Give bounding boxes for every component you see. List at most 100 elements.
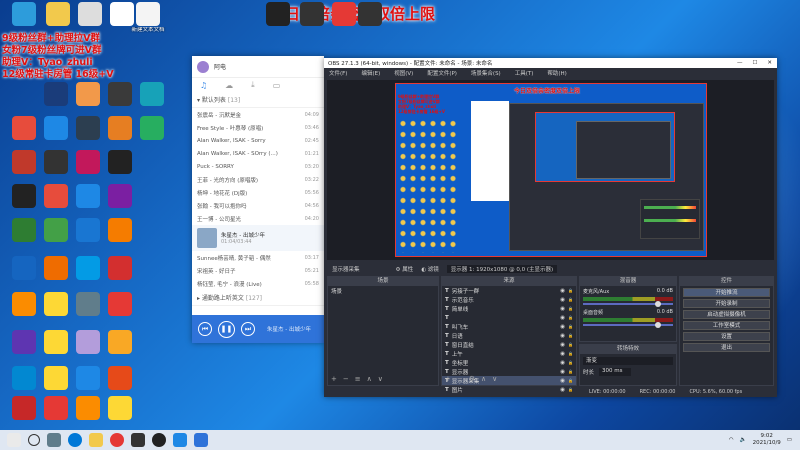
song-row[interactable]: Alan Walker, ISAK - Sorry 02:45 [192, 134, 324, 147]
notification-icon[interactable]: ▭ [787, 437, 792, 443]
desktop-icon[interactable] [98, 366, 142, 391]
lock-icon[interactable]: 🔒 [568, 351, 573, 356]
lock-icon[interactable]: 🔒 [568, 288, 573, 293]
folder-icon[interactable] [89, 433, 103, 447]
minimize-icon[interactable]: — [737, 60, 743, 66]
song-row[interactable]: Free Style - 叶惠琴 (原唱) 03:46 [192, 121, 324, 134]
pause-button[interactable]: ❚❚ [218, 320, 235, 338]
now-playing-row[interactable]: 朱星杰 - 出城少年 01:04/03:44 [192, 225, 324, 251]
volume-knob[interactable] [655, 322, 661, 328]
close-icon[interactable]: ✕ [767, 60, 772, 66]
add-icon[interactable]: + [331, 375, 337, 383]
volume-slider[interactable] [583, 322, 673, 328]
menu-item[interactable]: 帮助(H) [547, 69, 566, 77]
cloud-icon[interactable]: ☁ [225, 81, 233, 90]
edge-icon[interactable] [68, 433, 82, 447]
search-icon[interactable] [28, 434, 40, 446]
lock-icon[interactable]: 🔒 [568, 342, 573, 347]
lock-icon[interactable]: 🔒 [568, 360, 573, 365]
scene-item[interactable]: 场景 [328, 286, 438, 295]
desktop-icon[interactable] [98, 218, 142, 243]
eye-icon[interactable]: ◉ [560, 351, 565, 357]
eye-icon[interactable]: ◉ [560, 333, 565, 339]
song-row[interactable]: 王一博 - 公司星光 04:20 [192, 212, 324, 225]
playlist-header-2[interactable]: ▸ 通勤路上听英文 [127] [192, 290, 324, 306]
lock-icon[interactable]: 🔒 [568, 315, 573, 320]
volume-knob[interactable] [655, 301, 661, 307]
source-item[interactable]: T 示范音乐 ◉ 🔒 [442, 295, 576, 304]
next-button[interactable]: ⏭ [241, 322, 255, 336]
desktop-icon[interactable] [98, 292, 142, 317]
music-note-icon[interactable]: ♫ [200, 81, 207, 90]
device-icon[interactable]: ▭ [273, 81, 281, 90]
config-icon[interactable]: ≡ [355, 375, 361, 383]
wifi-icon[interactable]: ◠ [729, 437, 734, 443]
playlist-header[interactable]: ▾ 默认列表 [13] [192, 92, 324, 108]
song-row[interactable]: 张翰 - 我可以抱你吗 04:56 [192, 199, 324, 212]
desktop-icon[interactable] [130, 82, 174, 107]
song-row[interactable]: 王菲 - 光的方向 (原唱版) 03:22 [192, 173, 324, 186]
eye-icon[interactable]: ◉ [560, 297, 565, 303]
song-row[interactable]: Puck - SORRY 03:20 [192, 160, 324, 173]
lock-icon[interactable]: 🔒 [568, 369, 573, 374]
gear-icon[interactable]: ⚙ [469, 375, 475, 383]
lock-icon[interactable]: 🔒 [568, 378, 573, 383]
up-icon[interactable]: ∧ [367, 375, 372, 383]
menu-item[interactable]: 编辑(E) [361, 69, 380, 77]
control-button[interactable]: 工作室模式 [683, 321, 770, 330]
source-item[interactable]: T 上午 ◉ 🔒 [442, 349, 576, 358]
desktop-icon[interactable] [98, 256, 142, 281]
lock-icon[interactable]: 🔒 [568, 306, 573, 311]
control-button[interactable]: 启动虚拟摄像机 [683, 310, 770, 319]
duration-input[interactable]: 300 ms [599, 368, 631, 376]
desktop-icon[interactable] [98, 184, 142, 209]
eye-icon[interactable]: ◉ [560, 306, 565, 312]
source-item[interactable]: T 窗日直结 ◉ 🔒 [442, 340, 576, 349]
lock-icon[interactable]: 🔒 [568, 324, 573, 329]
down-icon[interactable]: ∨ [378, 375, 383, 383]
up-source-icon[interactable]: ∧ [481, 375, 486, 383]
control-button[interactable]: 开始录制 [683, 299, 770, 308]
menu-item[interactable]: 配置文件(P) [427, 69, 457, 77]
source-item[interactable]: T 简单线 ◉ 🔒 [442, 304, 576, 313]
eye-icon[interactable]: ◉ [560, 378, 565, 384]
song-row[interactable]: 杨坤 - 地花花 (Dj版) 05:56 [192, 186, 324, 199]
eye-icon[interactable]: ◉ [560, 288, 565, 294]
volume-icon[interactable]: 🔈 [740, 437, 747, 443]
source-item[interactable]: T ◉ 🔒 [442, 313, 576, 322]
display-select[interactable]: 显示器 1: 1920x1080 @ 0,0 (主显示器) [446, 264, 558, 273]
song-row[interactable]: 杨钰莹, 毛宁 - 浪漫 (Live) 05:58 [192, 277, 324, 290]
remove-source-icon[interactable]: − [457, 375, 463, 383]
control-button[interactable]: 退出 [683, 343, 770, 352]
obs-taskbar-icon[interactable] [152, 433, 166, 447]
menu-item[interactable]: 文件(F) [329, 69, 347, 77]
music-taskbar-icon[interactable] [194, 433, 208, 447]
download-icon[interactable]: ⤓ [251, 80, 255, 90]
filters-button[interactable]: ◐ 滤镜 [421, 265, 439, 273]
control-button[interactable]: 开始推流 [683, 288, 770, 297]
task-view-icon[interactable] [47, 433, 61, 447]
volume-slider[interactable] [583, 301, 673, 307]
down-source-icon[interactable]: ∨ [492, 375, 497, 383]
song-row[interactable]: Alan Walker, ISAK - SOrry (...) 01:21 [192, 147, 324, 160]
desktop-icon[interactable] [348, 2, 392, 27]
start-icon[interactable] [7, 433, 21, 447]
lock-icon[interactable]: 🔒 [568, 333, 573, 338]
source-item[interactable]: T 坐标里 ◉ 🔒 [442, 358, 576, 367]
source-item[interactable]: T 叫飞车 ◉ 🔒 [442, 322, 576, 331]
add-source-icon[interactable]: + [445, 375, 451, 383]
transition-select[interactable]: 渐变 [583, 357, 673, 365]
prev-button[interactable]: ⏮ [198, 322, 212, 336]
avatar[interactable] [197, 60, 209, 73]
eye-icon[interactable]: ◉ [560, 360, 565, 366]
properties-button[interactable]: ⚙ 属性 [396, 265, 414, 273]
desktop-icon[interactable] [130, 116, 174, 141]
menu-item[interactable]: 场景集合(S) [471, 69, 501, 77]
remove-icon[interactable]: − [343, 375, 349, 383]
app-icon-1[interactable] [110, 433, 124, 447]
lock-icon[interactable]: 🔒 [568, 297, 573, 302]
desktop-icon[interactable] [98, 396, 142, 421]
song-row[interactable]: 宋祖英 - 好日子 05:21 [192, 264, 324, 277]
obs-preview[interactable]: 今日双倍亲密度双倍上限 9级粉丝群+助理拉V群 女粉7级粉丝牌可进V群 助理V：… [327, 80, 774, 260]
song-row[interactable]: Sunnee杨芸晴, 黄子韬 - 偶然 03:17 [192, 251, 324, 264]
